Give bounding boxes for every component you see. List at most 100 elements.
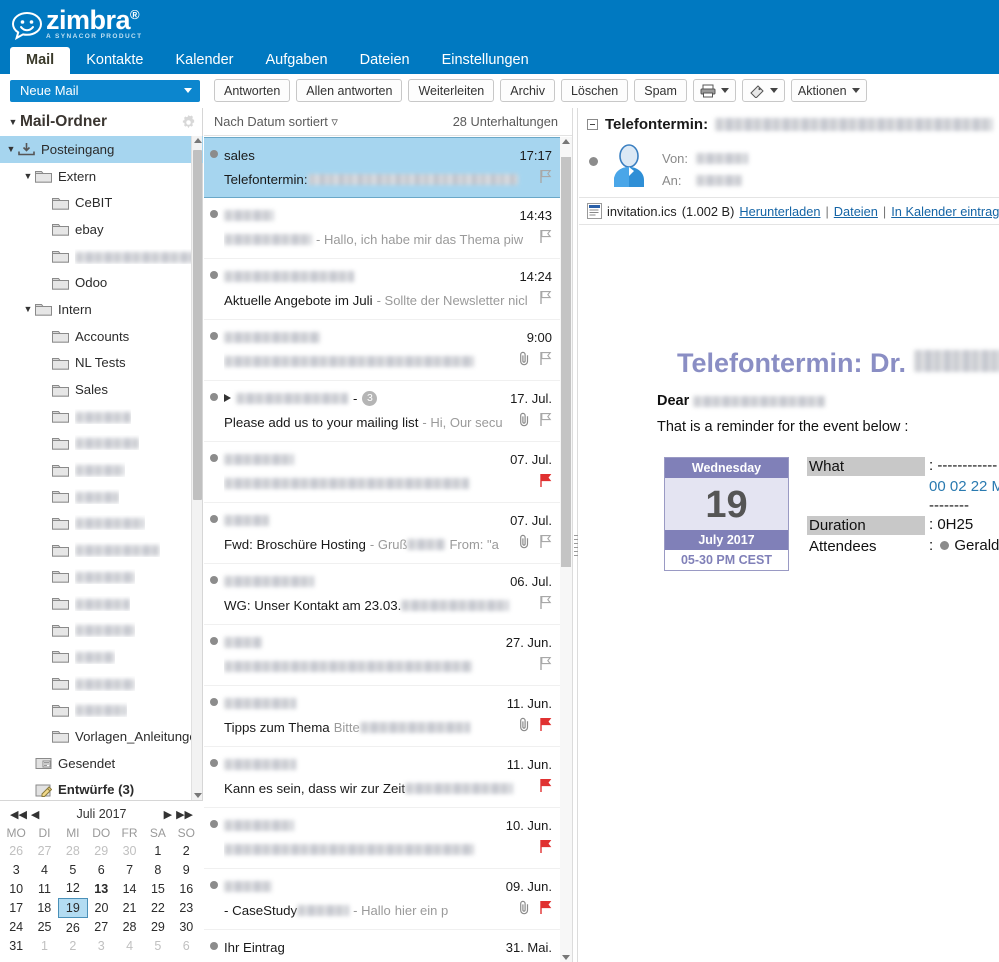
sidebar-folder-cebit[interactable]: CeBIT xyxy=(0,189,203,216)
scroll-up-icon[interactable] xyxy=(562,139,570,144)
files-link[interactable]: Dateien xyxy=(834,204,878,219)
message-row[interactable]: 11. Jun. Tipps zum Thema Bitte xyxy=(204,686,560,747)
sidebar-folder-redacted-17[interactable] xyxy=(0,590,203,617)
calendar-day[interactable]: 30 xyxy=(115,842,143,861)
message-row[interactable]: 14:24 Aktuelle Angebote im Juli - Sollte d… xyxy=(204,259,560,320)
calendar-day[interactable]: 16 xyxy=(172,879,200,898)
sidebar-folder-redacted-20[interactable] xyxy=(0,670,203,697)
calendar-day[interactable]: 26 xyxy=(2,842,30,861)
sidebar-folder-redacted-11[interactable] xyxy=(0,430,203,457)
calendar-day[interactable]: 7 xyxy=(115,861,143,880)
unread-dot-icon[interactable] xyxy=(210,150,218,158)
reply-button[interactable]: Antworten xyxy=(214,79,291,102)
unread-dot-icon[interactable] xyxy=(210,271,218,279)
flag-icon[interactable] xyxy=(539,412,552,432)
calendar-day[interactable]: 3 xyxy=(2,861,30,880)
sidebar-folder-redacted-19[interactable] xyxy=(0,643,203,670)
sidebar-folder-redacted-12[interactable] xyxy=(0,456,203,483)
sidebar-folder-redacted-21[interactable] xyxy=(0,696,203,723)
calendar-day[interactable]: 10 xyxy=(2,879,30,898)
calendar-day[interactable]: 30 xyxy=(172,918,200,937)
message-row[interactable]: 27. Jun. xyxy=(204,625,560,686)
calendar-day[interactable]: 17 xyxy=(2,898,30,918)
sidebar-folder-intern[interactable]: ▼ Intern xyxy=(0,296,203,323)
calendar-day[interactable]: 28 xyxy=(115,918,143,937)
scrollbar-thumb[interactable] xyxy=(561,157,571,567)
message-list-scrollbar[interactable] xyxy=(560,137,572,962)
unread-dot-icon[interactable] xyxy=(210,759,218,767)
calendar-day[interactable]: 27 xyxy=(30,842,58,861)
sidebar-folder-redacted-18[interactable] xyxy=(0,616,203,643)
twisty-icon[interactable]: ▼ xyxy=(4,144,18,154)
actions-button[interactable]: Aktionen xyxy=(790,79,867,102)
flag-icon-set[interactable] xyxy=(539,839,552,859)
tab-kontakte[interactable]: Kontakte xyxy=(70,47,159,75)
tab-einstellungen[interactable]: Einstellungen xyxy=(426,47,545,75)
calendar-day[interactable]: 4 xyxy=(30,861,58,880)
calendar-day[interactable]: 1 xyxy=(144,842,172,861)
panel-splitter[interactable] xyxy=(572,108,578,962)
unread-dot-icon[interactable] xyxy=(210,881,218,889)
calendar-day[interactable]: 4 xyxy=(115,937,143,956)
gear-icon[interactable] xyxy=(181,114,196,130)
sidebar-folder-ebay[interactable]: ebay xyxy=(0,216,203,243)
calendar-day[interactable]: 24 xyxy=(2,918,30,937)
message-row[interactable]: 06. Jul. WG: Unser Kontakt am 23.03. xyxy=(204,564,560,625)
flag-icon[interactable] xyxy=(539,534,552,554)
flag-icon[interactable] xyxy=(539,290,552,310)
calendar-day[interactable]: 2 xyxy=(59,937,87,956)
calendar-day[interactable]: 12 xyxy=(59,879,87,898)
tab-kalender[interactable]: Kalender xyxy=(159,47,249,75)
download-link[interactable]: Herunterladen xyxy=(739,204,820,219)
calendar-day[interactable]: 5 xyxy=(144,937,172,956)
zimbra-logo[interactable]: zimbra® A SYNACOR PRODUCT xyxy=(12,2,143,41)
calendar-day[interactable]: 3 xyxy=(87,937,115,956)
sidebar-folder-nl-tests[interactable]: NL Tests xyxy=(0,350,203,377)
flag-icon[interactable] xyxy=(539,656,552,676)
unread-dot-icon[interactable] xyxy=(210,332,218,340)
calendar-last-button[interactable]: ▶▶ xyxy=(174,808,195,821)
flag-icon[interactable] xyxy=(539,595,552,615)
calendar-day[interactable]: 25 xyxy=(30,918,58,937)
flag-icon-set[interactable] xyxy=(539,900,552,920)
message-row[interactable]: 07. Jul. Fwd: Broschüre Hosting - Gruß From… xyxy=(204,503,560,564)
message-row[interactable]: Ihr Eintrag 31. Mai. xyxy=(204,930,560,962)
spam-button[interactable]: Spam xyxy=(634,79,687,102)
archive-button[interactable]: Archiv xyxy=(500,79,555,102)
unread-dot-icon[interactable] xyxy=(210,637,218,645)
sidebar-folder-gesendet[interactable]: Gesendet xyxy=(0,750,203,777)
tab-dateien[interactable]: Dateien xyxy=(344,47,426,75)
sidebar-folder-vorlagen-anleitunge[interactable]: Vorlagen_Anleitunge xyxy=(0,723,203,750)
sidebar-folder-redacted-4[interactable] xyxy=(0,243,203,270)
calendar-day[interactable]: 20 xyxy=(87,898,115,918)
calendar-prev-button[interactable]: ◀ xyxy=(29,808,41,821)
calendar-day[interactable]: 5 xyxy=(59,861,87,880)
tag-button[interactable] xyxy=(741,79,785,102)
unread-dot-icon[interactable] xyxy=(210,942,218,950)
calendar-day[interactable]: 11 xyxy=(30,879,58,898)
calendar-day[interactable]: 26 xyxy=(59,918,87,937)
calendar-day-today[interactable]: 13 xyxy=(87,879,115,898)
delete-button[interactable]: Löschen xyxy=(560,79,629,102)
unread-dot-icon[interactable] xyxy=(210,454,218,462)
sidebar-folder-redacted-13[interactable] xyxy=(0,483,203,510)
calendar-day[interactable]: 1 xyxy=(30,937,58,956)
message-row[interactable]: -3 17. Jul. Please add us to your mailing … xyxy=(204,381,560,442)
twisty-icon[interactable]: ▼ xyxy=(21,304,35,314)
message-row[interactable]: 11. Jun. Kann es sein, dass wir zur Zeit xyxy=(204,747,560,808)
unread-dot-icon[interactable] xyxy=(210,210,218,218)
calendar-day[interactable]: 23 xyxy=(172,898,200,918)
sidebar-folder-redacted-16[interactable] xyxy=(0,563,203,590)
unread-dot-icon[interactable] xyxy=(210,698,218,706)
message-rows[interactable]: sales 17:17 Telefontermin: 14:43 - Hallo, ic… xyxy=(204,137,560,962)
calendar-next-button[interactable]: ▶ xyxy=(162,808,174,821)
sidebar-folder-redacted-14[interactable] xyxy=(0,510,203,537)
calendar-day[interactable]: 29 xyxy=(87,842,115,861)
unread-dot-icon[interactable] xyxy=(210,576,218,584)
reply-all-button[interactable]: Allen antworten xyxy=(296,79,403,102)
calendar-day[interactable]: 6 xyxy=(172,937,200,956)
forward-button[interactable]: Weiterleiten xyxy=(408,79,495,102)
sidebar-folder-redacted-15[interactable] xyxy=(0,536,203,563)
message-row[interactable]: 09. Jun. - CaseStudy - Hallo hier ein p xyxy=(204,869,560,930)
flag-icon[interactable] xyxy=(539,351,552,371)
